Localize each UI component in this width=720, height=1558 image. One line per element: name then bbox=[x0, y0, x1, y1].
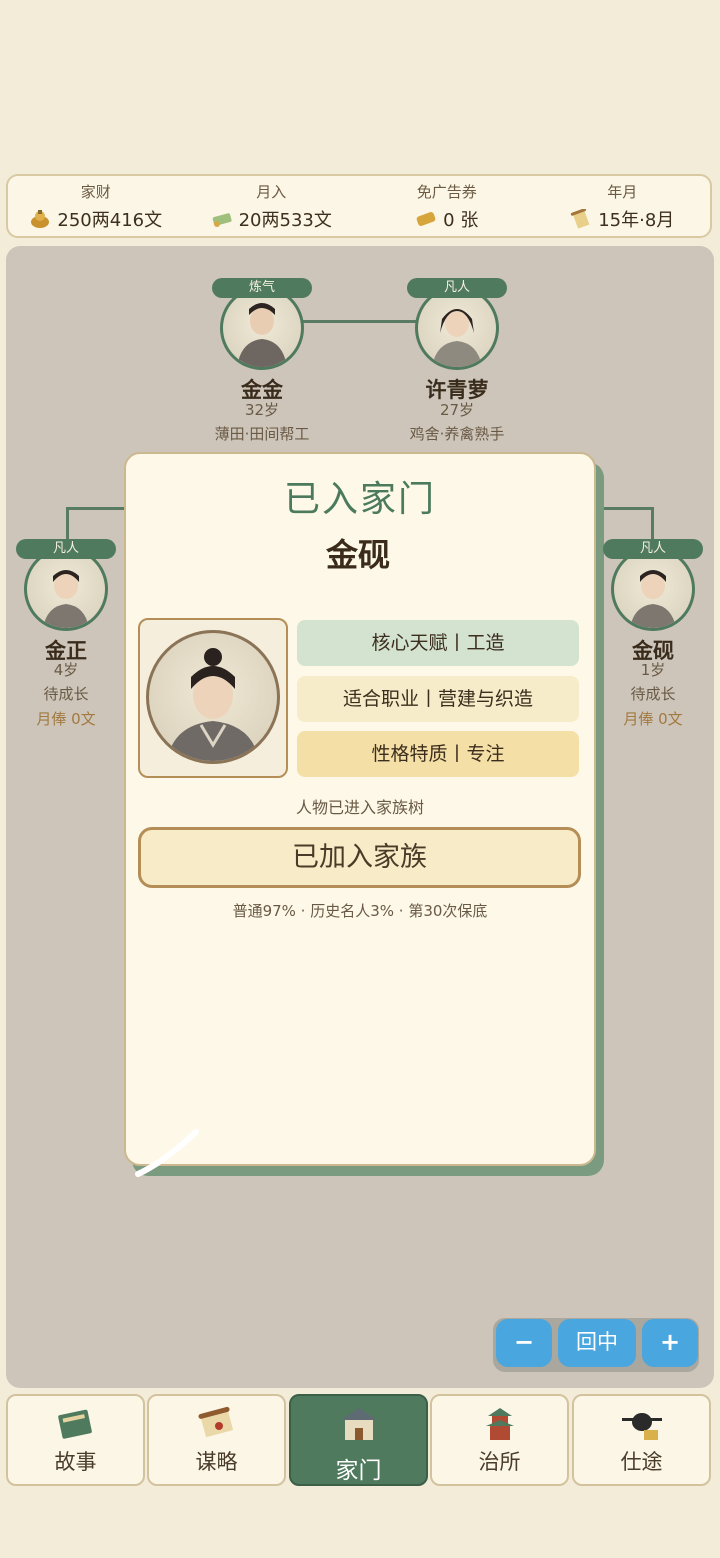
stat-label: 年月 bbox=[607, 182, 638, 201]
stat-income: 月入 20两533文 bbox=[184, 176, 360, 236]
stat-wealth: 家财 250两416文 bbox=[8, 176, 184, 236]
rank-badge: 凡人 bbox=[16, 539, 116, 559]
branch-link-left-drop bbox=[66, 507, 69, 543]
pagoda-icon bbox=[485, 1408, 514, 1440]
trait-personality: 性格特质丨专注 bbox=[297, 731, 579, 777]
member-mother[interactable]: 凡人 许青萝 27岁 鸡舍·养禽熟手 bbox=[387, 278, 527, 448]
zoom-out-button[interactable]: − bbox=[496, 1319, 552, 1367]
nav-label: 故事 bbox=[54, 1450, 97, 1474]
branch-link-right-drop bbox=[651, 507, 654, 543]
stat-label: 家财 bbox=[80, 182, 111, 201]
rank-badge: 炼气 bbox=[212, 278, 312, 298]
modal-title: 已入家门 bbox=[283, 479, 436, 520]
new-member-name: 金砚 bbox=[326, 536, 391, 574]
stat-date: 年月 15年·8月 bbox=[535, 176, 711, 236]
scroll-icon bbox=[571, 208, 590, 229]
nav-label: 治所 bbox=[478, 1450, 521, 1474]
nav-strategy[interactable]: 谋略 bbox=[147, 1394, 286, 1486]
member-age: 27岁 bbox=[439, 401, 475, 419]
stat-label: 月入 bbox=[256, 182, 287, 201]
ticket-icon bbox=[416, 211, 436, 226]
rank-badge: 凡人 bbox=[603, 539, 703, 559]
stat-value: 15年·8月 bbox=[598, 209, 675, 231]
avatar bbox=[24, 547, 108, 631]
branch-link-right bbox=[596, 507, 654, 510]
member-child-left[interactable]: 凡人 金正 4岁 待成长 月俸 0文 bbox=[0, 539, 136, 729]
stat-ad-ticket: 免广告券 0 张 bbox=[359, 176, 535, 236]
official-hat-icon bbox=[621, 1413, 662, 1440]
scroll-strategy-icon bbox=[197, 1406, 233, 1438]
recenter-button[interactable]: 回中 bbox=[558, 1319, 636, 1367]
stat-label: 免广告券 bbox=[416, 182, 477, 201]
member-father[interactable]: 炼气 金金 32岁 薄田·田间帮工 bbox=[192, 278, 332, 448]
money-bundle-icon bbox=[212, 212, 232, 227]
avatar bbox=[220, 286, 304, 370]
member-status: 待成长 bbox=[43, 685, 89, 703]
modal-hint: 人物已进入家族树 bbox=[295, 798, 424, 817]
rank-badge: 凡人 bbox=[407, 278, 507, 298]
trait-core-talent: 核心天赋丨工造 bbox=[297, 620, 579, 666]
stat-value: 0 张 bbox=[443, 209, 479, 231]
member-age: 4岁 bbox=[53, 661, 79, 679]
stat-value: 20两533文 bbox=[238, 209, 332, 231]
new-member-portrait bbox=[146, 630, 280, 764]
branch-link-left bbox=[66, 507, 126, 510]
resource-bar: 家财 250两416文 月入 20两533文 免广告券 0 张 年月 15年·8… bbox=[6, 174, 712, 238]
nav-career[interactable]: 仕途 bbox=[572, 1394, 711, 1486]
zoom-in-button[interactable]: + bbox=[642, 1319, 698, 1367]
nav-office[interactable]: 治所 bbox=[430, 1394, 569, 1486]
nav-story[interactable]: 故事 bbox=[6, 1394, 145, 1486]
draw-odds: 普通97% · 历史名人3% · 第30次保底 bbox=[232, 902, 488, 920]
avatar bbox=[415, 286, 499, 370]
joined-family-button[interactable]: 已加入家族 bbox=[138, 827, 581, 888]
member-age: 32岁 bbox=[244, 401, 280, 419]
member-job: 鸡舍·养禽熟手 bbox=[409, 425, 505, 443]
nav-label: 仕途 bbox=[620, 1450, 663, 1474]
member-wage: 月俸 0文 bbox=[36, 710, 96, 728]
member-job: 薄田·田间帮工 bbox=[214, 425, 310, 443]
brush-stroke-decoration bbox=[135, 1129, 199, 1177]
house-icon bbox=[340, 1408, 377, 1440]
avatar bbox=[611, 547, 695, 631]
nav-label: 谋略 bbox=[195, 1450, 238, 1474]
nav-label: 家门 bbox=[335, 1458, 382, 1484]
coin-bag-icon bbox=[31, 209, 50, 228]
stat-value: 250两416文 bbox=[57, 209, 163, 231]
trait-suitable-job: 适合职业丨营建与织造 bbox=[297, 676, 579, 722]
nav-family[interactable]: 家门 bbox=[289, 1394, 428, 1486]
book-icon bbox=[57, 1409, 92, 1439]
